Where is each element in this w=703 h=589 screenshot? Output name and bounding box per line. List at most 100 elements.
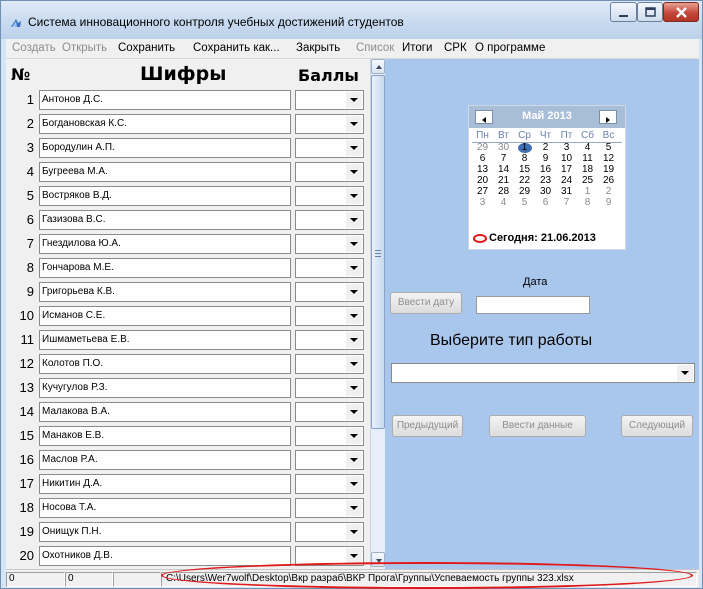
student-name-field[interactable]: Носова Т.А. xyxy=(39,498,291,518)
enter-data-button[interactable]: Ввести данные xyxy=(489,415,586,437)
student-name-field[interactable]: Бородулин А.П. xyxy=(39,138,291,158)
chevron-down-icon[interactable] xyxy=(346,92,362,108)
student-name-field[interactable]: Антонов Д.С. xyxy=(39,90,291,110)
score-select[interactable] xyxy=(295,162,364,182)
chevron-down-icon[interactable] xyxy=(346,212,362,228)
score-select[interactable] xyxy=(295,402,364,422)
calendar-day[interactable]: 2 xyxy=(598,186,619,197)
chevron-down-icon[interactable] xyxy=(346,476,362,492)
calendar-day[interactable]: 31 xyxy=(556,186,577,197)
menu-about[interactable]: О программе xyxy=(475,42,545,54)
chevron-down-icon[interactable] xyxy=(346,500,362,516)
calendar-day[interactable]: 11 xyxy=(577,153,598,164)
calendar-day[interactable]: 29 xyxy=(514,186,535,197)
student-name-field[interactable]: Бугреева М.А. xyxy=(39,162,291,182)
calendar-day[interactable]: 30 xyxy=(493,142,514,153)
maximize-button[interactable] xyxy=(637,2,663,22)
calendar-day[interactable]: 6 xyxy=(472,153,493,164)
calendar-day[interactable]: 8 xyxy=(577,197,598,208)
menu-results[interactable]: Итоги xyxy=(402,42,432,54)
student-name-field[interactable]: Манаков Е.В. xyxy=(39,426,291,446)
menu-open[interactable]: Открыть xyxy=(62,42,107,54)
score-select[interactable] xyxy=(295,90,364,110)
chevron-down-icon[interactable] xyxy=(346,236,362,252)
menu-list[interactable]: Список xyxy=(356,42,394,54)
student-name-field[interactable]: Малакова В.А. xyxy=(39,402,291,422)
menu-save[interactable]: Сохранить xyxy=(118,42,175,54)
student-name-field[interactable]: Ишмаметьева Е.В. xyxy=(39,330,291,350)
student-name-field[interactable]: Онищук П.Н. xyxy=(39,522,291,542)
score-select[interactable] xyxy=(295,426,364,446)
calendar-today[interactable]: Сегодня: 21.06.2013 xyxy=(473,232,596,244)
title-bar[interactable]: Система инновационного контроля учебных … xyxy=(1,1,702,39)
student-name-field[interactable]: Колотов П.О. xyxy=(39,354,291,374)
menu-save-as[interactable]: Сохранить как... xyxy=(193,42,280,54)
calendar-day[interactable]: 24 xyxy=(556,175,577,186)
calendar-day[interactable]: 23 xyxy=(535,175,556,186)
score-select[interactable] xyxy=(295,306,364,326)
student-name-field[interactable]: Газизова В.С. xyxy=(39,210,291,230)
calendar-day[interactable]: 13 xyxy=(472,164,493,175)
score-select[interactable] xyxy=(295,378,364,398)
calendar-day[interactable]: 6 xyxy=(535,197,556,208)
chevron-down-icon[interactable] xyxy=(346,260,362,276)
calendar-day[interactable]: 15 xyxy=(514,164,535,175)
calendar-day[interactable]: 8 xyxy=(514,153,535,164)
score-select[interactable] xyxy=(295,450,364,470)
calendar-day[interactable]: 29 xyxy=(472,142,493,153)
chevron-down-icon[interactable] xyxy=(346,308,362,324)
score-select[interactable] xyxy=(295,234,364,254)
calendar-day[interactable]: 1 xyxy=(577,186,598,197)
calendar-day[interactable]: 14 xyxy=(493,164,514,175)
menu-close[interactable]: Закрыть xyxy=(296,42,340,54)
calendar-day[interactable]: 5 xyxy=(514,197,535,208)
chevron-down-icon[interactable] xyxy=(346,284,362,300)
calendar-day[interactable]: 18 xyxy=(577,164,598,175)
calendar-next-button[interactable] xyxy=(599,110,617,124)
calendar-day[interactable]: 5 xyxy=(598,142,619,153)
chevron-down-icon[interactable] xyxy=(677,365,693,381)
calendar-day[interactable]: 27 xyxy=(472,186,493,197)
calendar-day[interactable]: 10 xyxy=(556,153,577,164)
chevron-down-icon[interactable] xyxy=(346,380,362,396)
chevron-down-icon[interactable] xyxy=(346,164,362,180)
vertical-scrollbar[interactable] xyxy=(370,59,385,569)
score-select[interactable] xyxy=(295,522,364,542)
menu-create[interactable]: Создать xyxy=(12,42,56,54)
chevron-down-icon[interactable] xyxy=(346,404,362,420)
score-select[interactable] xyxy=(295,330,364,350)
calendar-day[interactable]: 20 xyxy=(472,175,493,186)
student-name-field[interactable]: Гнездилова Ю.А. xyxy=(39,234,291,254)
close-button[interactable] xyxy=(663,2,699,22)
chevron-down-icon[interactable] xyxy=(346,452,362,468)
calendar-day[interactable]: 26 xyxy=(598,175,619,186)
student-name-field[interactable]: Маслов Р.А. xyxy=(39,450,291,470)
calendar-day[interactable]: 19 xyxy=(598,164,619,175)
score-select[interactable] xyxy=(295,282,364,302)
student-name-field[interactable]: Кучугулов Р.З. xyxy=(39,378,291,398)
scroll-down-button[interactable] xyxy=(371,552,385,567)
menu-srk[interactable]: СРК xyxy=(444,42,467,54)
chevron-down-icon[interactable] xyxy=(346,140,362,156)
calendar-day[interactable]: 16 xyxy=(535,164,556,175)
calendar-day[interactable]: 3 xyxy=(472,197,493,208)
scroll-thumb[interactable] xyxy=(371,75,385,429)
next-button[interactable]: Следующий xyxy=(621,415,693,437)
calendar-day[interactable]: 28 xyxy=(493,186,514,197)
calendar-month[interactable]: Май 2013 xyxy=(507,110,587,122)
date-input[interactable] xyxy=(476,296,590,314)
score-select[interactable] xyxy=(295,258,364,278)
score-select[interactable] xyxy=(295,474,364,494)
score-select[interactable] xyxy=(295,546,364,566)
chevron-down-icon[interactable] xyxy=(346,116,362,132)
calendar-day[interactable]: 9 xyxy=(535,153,556,164)
score-select[interactable] xyxy=(295,114,364,134)
work-type-select[interactable] xyxy=(391,363,695,383)
score-select[interactable] xyxy=(295,498,364,518)
chevron-down-icon[interactable] xyxy=(346,548,362,564)
calendar-day[interactable]: 17 xyxy=(556,164,577,175)
chevron-down-icon[interactable] xyxy=(346,332,362,348)
minimize-button[interactable] xyxy=(610,2,637,22)
calendar-day[interactable]: 25 xyxy=(577,175,598,186)
student-name-field[interactable]: Никитин Д.А. xyxy=(39,474,291,494)
